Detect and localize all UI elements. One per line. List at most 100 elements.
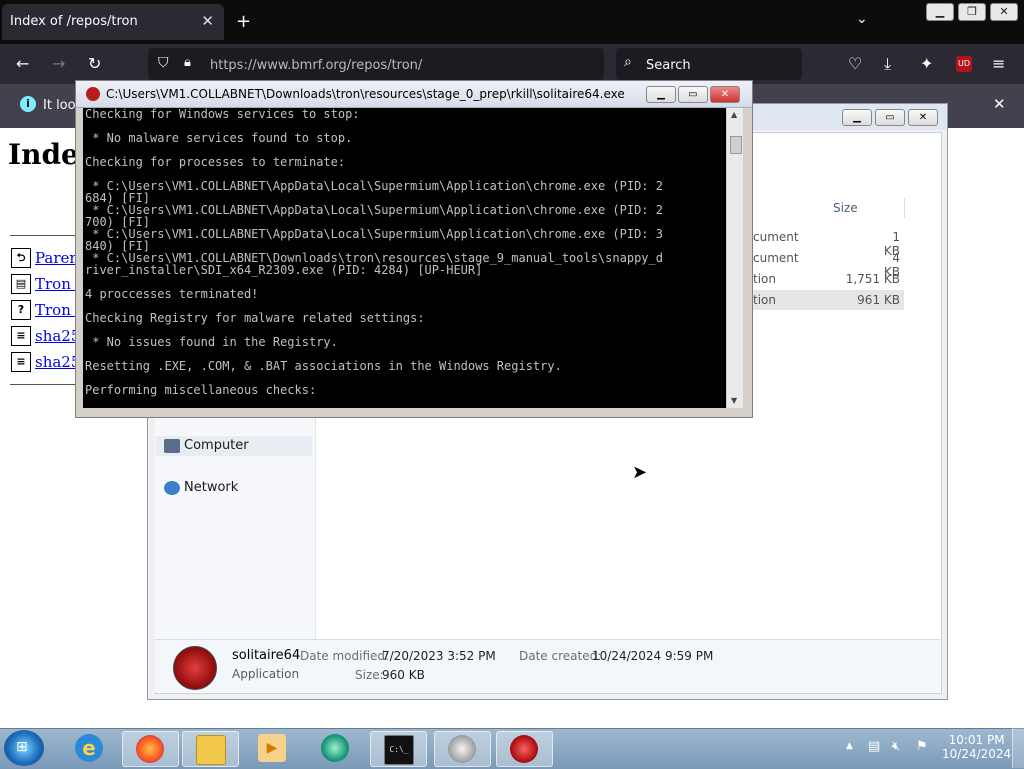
console-output: Checking for Windows services to stop: *… <box>85 108 663 397</box>
console-window: C:\Users\VM1.COLLABNET\Downloads\tron\re… <box>75 80 753 418</box>
divider <box>10 384 80 385</box>
file-type-cell: cument <box>753 230 799 244</box>
computer-icon <box>164 439 180 453</box>
menu-icon[interactable]: ≡ <box>992 54 1005 73</box>
console-minimize-button[interactable]: ▁ <box>646 86 676 103</box>
taskbar-app[interactable] <box>308 731 363 765</box>
search-icon: ⌕ <box>624 54 632 70</box>
taskbar-rkill[interactable] <box>496 731 553 767</box>
taskbar-clock[interactable]: 10:01 PM 10/24/2024 <box>942 733 1011 761</box>
column-header-size[interactable]: Size <box>833 201 858 215</box>
account-badge[interactable]: UD <box>956 56 972 72</box>
windows-logo-icon: ⊞ <box>16 739 28 755</box>
column-divider[interactable] <box>904 198 905 218</box>
show-hidden-icons-icon[interactable]: ▲ <box>846 741 853 751</box>
minimize-button[interactable]: ▁ <box>926 3 954 21</box>
extensions-icon[interactable]: ✦ <box>920 54 933 73</box>
taskbar-internet-explorer[interactable]: e <box>62 731 117 765</box>
console-scrollbar[interactable]: ▲ ▼ <box>726 108 743 408</box>
console-maximize-button[interactable]: ▭ <box>678 86 708 103</box>
detail-created-label: Date created: <box>519 649 602 663</box>
rkill-app-icon <box>173 646 217 690</box>
back-folder-icon: ⮌ <box>11 248 31 268</box>
forward-arrow-icon[interactable]: → <box>52 54 65 73</box>
taskbar-firefox[interactable] <box>122 731 179 767</box>
firefox-icon <box>136 735 164 763</box>
divider <box>10 235 80 236</box>
app-globe-icon <box>321 734 349 762</box>
file-link[interactable]: sha25 <box>35 353 80 371</box>
file-size-cell: 961 KB <box>857 293 900 307</box>
taskbar-explorer[interactable] <box>182 731 239 767</box>
clock-time: 10:01 PM <box>948 733 1005 747</box>
tab-close-icon[interactable]: ✕ <box>201 12 214 30</box>
nav-item-label: Computer <box>184 438 249 453</box>
console-title: C:\Users\VM1.COLLABNET\Downloads\tron\re… <box>106 87 625 101</box>
detail-file-kind: Application <box>232 667 300 681</box>
internet-explorer-icon: e <box>75 734 103 762</box>
mouse-cursor-icon: ➤ <box>632 462 648 483</box>
info-icon: i <box>20 96 36 112</box>
detail-size-value: 960 KB <box>382 668 425 682</box>
media-player-icon: ▶ <box>258 734 286 762</box>
nav-item-label: Network <box>184 480 239 495</box>
folder-icon <box>196 735 226 765</box>
detail-modified-value: 7/20/2023 3:52 PM <box>382 649 496 663</box>
console-output-area[interactable]: Checking for Windows services to stop: *… <box>83 108 726 408</box>
text-file-icon: ≡ <box>11 352 31 372</box>
detail-file-name: solitaire64 <box>232 648 301 663</box>
restore-button[interactable]: ❐ <box>958 3 986 21</box>
shield-icon[interactable]: ⛉ <box>158 55 169 71</box>
scroll-up-icon[interactable]: ▲ <box>731 110 737 119</box>
nav-item-network[interactable]: Network <box>156 478 312 498</box>
file-type-cell: cument <box>753 251 799 265</box>
nav-item-computer[interactable]: Computer <box>156 436 312 456</box>
explorer-maximize-button[interactable]: ▭ <box>875 109 905 126</box>
text-file-icon: ≡ <box>11 326 31 346</box>
page-title: Inde <box>8 138 79 171</box>
search-input[interactable]: Search <box>646 58 691 73</box>
explorer-minimize-button[interactable]: ▁ <box>842 109 872 126</box>
explorer-close-button[interactable]: ✕ <box>908 109 938 126</box>
network-tray-icon[interactable]: ▤ <box>868 739 880 754</box>
close-button[interactable]: ✕ <box>990 3 1018 21</box>
rkill-app-icon <box>510 735 538 763</box>
url-text[interactable]: https://www.bmrf.org/repos/tron/ <box>210 58 422 73</box>
tron-icon <box>448 735 476 763</box>
browser-tab[interactable]: Index of /repos/tron ✕ <box>2 4 224 40</box>
search-bar[interactable]: ⌕ <box>616 48 802 80</box>
lock-icon[interactable]: 🔒︎ <box>184 55 191 70</box>
taskbar-tron[interactable] <box>434 731 491 767</box>
tab-title: Index of /repos/tron <box>10 14 138 29</box>
file-type-cell: tion <box>753 272 776 286</box>
show-desktop-button[interactable] <box>1012 728 1024 768</box>
console-close-button[interactable]: ✕ <box>710 86 740 103</box>
command-prompt-icon: C:\_ <box>384 735 414 765</box>
downloads-icon[interactable]: ⤓ <box>884 54 891 74</box>
new-tab-button[interactable]: + <box>236 11 251 32</box>
taskbar-media-player[interactable]: ▶ <box>245 731 300 765</box>
notification-close-icon[interactable]: ✕ <box>993 95 1006 113</box>
file-type-cell: tion <box>753 293 776 307</box>
details-pane: solitaire64 Application Date modified: 7… <box>155 639 940 692</box>
binary-file-icon: ▤ <box>11 274 31 294</box>
action-center-flag-icon[interactable]: ⚑ <box>916 739 928 754</box>
volume-muted-icon[interactable]: 🔇︎ <box>892 739 900 754</box>
pocket-icon[interactable]: ♡ <box>848 54 862 73</box>
scroll-down-icon[interactable]: ▼ <box>731 396 737 405</box>
file-link[interactable]: sha25 <box>35 327 80 345</box>
back-arrow-icon[interactable]: ← <box>16 54 29 73</box>
reload-icon[interactable]: ↻ <box>88 54 101 73</box>
scroll-thumb[interactable] <box>730 136 742 154</box>
taskbar-command-prompt[interactable]: C:\_ <box>370 731 427 767</box>
detail-size-label: Size: <box>355 668 384 682</box>
network-icon <box>164 481 180 495</box>
console-title-bar[interactable]: C:\Users\VM1.COLLABNET\Downloads\tron\re… <box>76 81 752 108</box>
clock-date: 10/24/2024 <box>942 747 1012 761</box>
unknown-file-icon: ? <box>11 300 31 320</box>
start-button[interactable]: ⊞ <box>4 730 44 766</box>
detail-created-value: 10/24/2024 9:59 PM <box>592 649 714 663</box>
rkill-app-icon <box>86 87 100 101</box>
list-all-tabs-icon[interactable]: ⌄ <box>856 11 868 27</box>
file-size-cell: 1,751 KB <box>845 272 900 286</box>
